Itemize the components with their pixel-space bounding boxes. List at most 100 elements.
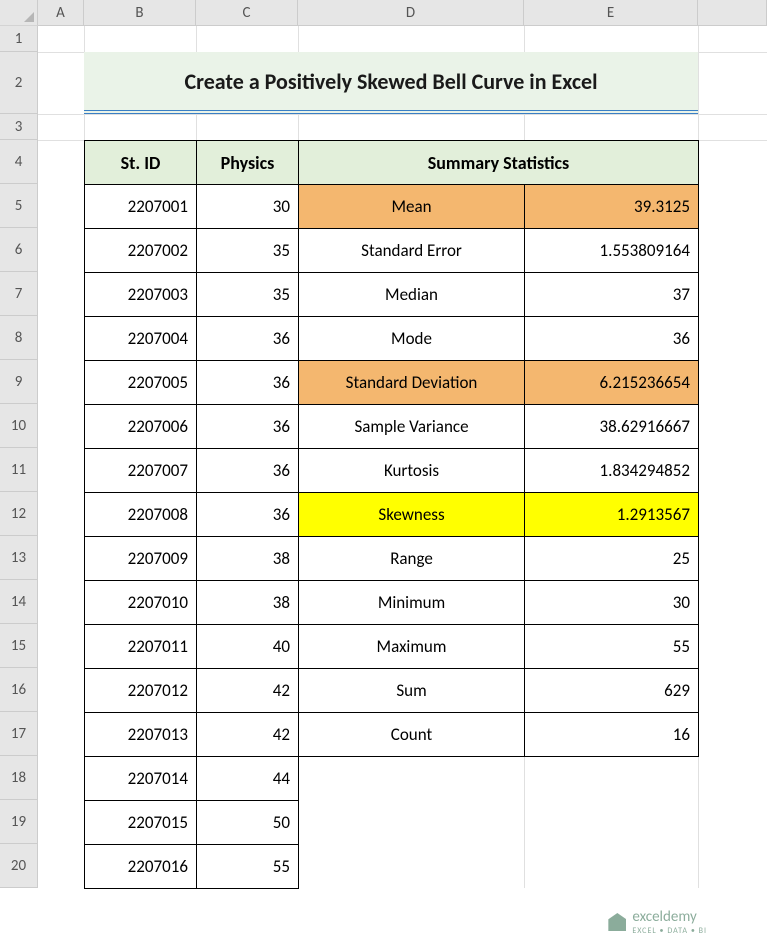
cell-phys[interactable]: 42 bbox=[197, 713, 299, 757]
cell-val[interactable]: 38.62916667 bbox=[525, 405, 699, 449]
cell-val-mean[interactable]: 39.3125 bbox=[525, 185, 699, 229]
col-header-C[interactable]: C bbox=[196, 0, 298, 25]
cell-stid[interactable]: 2207001 bbox=[85, 185, 197, 229]
cell-phys[interactable]: 36 bbox=[197, 361, 299, 405]
cell-phys[interactable]: 40 bbox=[197, 625, 299, 669]
row-header-19[interactable]: 19 bbox=[0, 800, 38, 844]
cell-phys[interactable]: 30 bbox=[197, 185, 299, 229]
row-header-6[interactable]: 6 bbox=[0, 228, 38, 272]
row-header-18[interactable]: 18 bbox=[0, 756, 38, 800]
cell-stat[interactable]: Median bbox=[299, 273, 525, 317]
row-header-9[interactable]: 9 bbox=[0, 360, 38, 404]
cell-stat[interactable]: Maximum bbox=[299, 625, 525, 669]
row-header-1[interactable]: 1 bbox=[0, 26, 38, 52]
table-row: 220700938Range25 bbox=[85, 537, 699, 581]
cell-stat[interactable]: Kurtosis bbox=[299, 449, 525, 493]
col-header-extra[interactable] bbox=[698, 0, 767, 25]
cell-val[interactable]: 25 bbox=[525, 537, 699, 581]
cell-stid[interactable]: 2207014 bbox=[85, 757, 197, 801]
row-header-15[interactable]: 15 bbox=[0, 624, 38, 668]
cell-phys[interactable]: 50 bbox=[197, 801, 299, 845]
table-row: 220700436Mode36 bbox=[85, 317, 699, 361]
watermark: exceldemy EXCEL • DATA • BI bbox=[608, 908, 707, 936]
table-row: 220700335Median37 bbox=[85, 273, 699, 317]
cell-stat[interactable]: Sample Variance bbox=[299, 405, 525, 449]
cell-stid[interactable]: 2207013 bbox=[85, 713, 197, 757]
row-header-13[interactable]: 13 bbox=[0, 536, 38, 580]
col-header-D[interactable]: D bbox=[298, 0, 524, 25]
grid-area[interactable]: Create a Positively Skewed Bell Curve in… bbox=[38, 26, 767, 888]
cell-stid[interactable]: 2207015 bbox=[85, 801, 197, 845]
table-row: 220700836Skewness1.2913567 bbox=[85, 493, 699, 537]
cell-stat-skewness[interactable]: Skewness bbox=[299, 493, 525, 537]
cell-val-skewness[interactable]: 1.2913567 bbox=[525, 493, 699, 537]
cell-val-stddev[interactable]: 6.215236654 bbox=[525, 361, 699, 405]
cell-stat-mean[interactable]: Mean bbox=[299, 185, 525, 229]
cell-stid[interactable]: 2207016 bbox=[85, 845, 197, 889]
cell-stid[interactable]: 2207012 bbox=[85, 669, 197, 713]
cell-stid[interactable]: 2207006 bbox=[85, 405, 197, 449]
cell-phys[interactable]: 55 bbox=[197, 845, 299, 889]
cell-val[interactable]: 1.553809164 bbox=[525, 229, 699, 273]
col-header-A[interactable]: A bbox=[38, 0, 84, 25]
row-header-2[interactable]: 2 bbox=[0, 52, 38, 114]
cell-stid[interactable]: 2207004 bbox=[85, 317, 197, 361]
row-header-16[interactable]: 16 bbox=[0, 668, 38, 712]
cell-val[interactable]: 16 bbox=[525, 713, 699, 757]
row-header-8[interactable]: 8 bbox=[0, 316, 38, 360]
row-header-11[interactable]: 11 bbox=[0, 448, 38, 492]
cell-phys[interactable]: 38 bbox=[197, 537, 299, 581]
cell-stat[interactable]: Standard Error bbox=[299, 229, 525, 273]
table-row: 220701444 bbox=[85, 757, 699, 801]
cell-stid[interactable]: 2207010 bbox=[85, 581, 197, 625]
cell-phys[interactable]: 36 bbox=[197, 449, 299, 493]
column-headers: A B C D E bbox=[0, 0, 767, 26]
cell-phys[interactable]: 35 bbox=[197, 273, 299, 317]
col-header-B[interactable]: B bbox=[84, 0, 196, 25]
cell-stat[interactable]: Mode bbox=[299, 317, 525, 361]
cell-val[interactable]: 36 bbox=[525, 317, 699, 361]
header-stid[interactable]: St. ID bbox=[85, 141, 197, 185]
cell-phys[interactable]: 42 bbox=[197, 669, 299, 713]
row-header-3[interactable]: 3 bbox=[0, 114, 38, 140]
cell-stid[interactable]: 2207003 bbox=[85, 273, 197, 317]
cell-phys[interactable]: 36 bbox=[197, 405, 299, 449]
cell-stid[interactable]: 2207009 bbox=[85, 537, 197, 581]
cell-stid[interactable]: 2207005 bbox=[85, 361, 197, 405]
cell-stid[interactable]: 2207011 bbox=[85, 625, 197, 669]
header-summary[interactable]: Summary Statistics bbox=[299, 141, 699, 185]
row-header-10[interactable]: 10 bbox=[0, 404, 38, 448]
row-header-14[interactable]: 14 bbox=[0, 580, 38, 624]
cell-stat-stddev[interactable]: Standard Deviation bbox=[299, 361, 525, 405]
cell-val[interactable]: 37 bbox=[525, 273, 699, 317]
table-row: 220700636Sample Variance38.62916667 bbox=[85, 405, 699, 449]
cell-phys[interactable]: 36 bbox=[197, 493, 299, 537]
cell-stid[interactable]: 2207008 bbox=[85, 493, 197, 537]
cell-phys[interactable]: 44 bbox=[197, 757, 299, 801]
cell-stat[interactable]: Sum bbox=[299, 669, 525, 713]
brand-tagline: EXCEL • DATA • BI bbox=[632, 926, 707, 936]
cell-phys[interactable]: 38 bbox=[197, 581, 299, 625]
row-header-17[interactable]: 17 bbox=[0, 712, 38, 756]
cell-val[interactable]: 55 bbox=[525, 625, 699, 669]
row-headers: 1 2 3 4 5 6 7 8 9 10 11 12 13 14 15 16 1… bbox=[0, 26, 38, 888]
cell-stat[interactable]: Minimum bbox=[299, 581, 525, 625]
row-header-7[interactable]: 7 bbox=[0, 272, 38, 316]
cell-val[interactable]: 629 bbox=[525, 669, 699, 713]
cell-val[interactable]: 1.834294852 bbox=[525, 449, 699, 493]
col-header-E[interactable]: E bbox=[524, 0, 698, 25]
header-physics[interactable]: Physics bbox=[197, 141, 299, 185]
row-header-12[interactable]: 12 bbox=[0, 492, 38, 536]
cell-stid[interactable]: 2207002 bbox=[85, 229, 197, 273]
content: Create a Positively Skewed Bell Curve in… bbox=[84, 52, 699, 889]
cell-stat[interactable]: Count bbox=[299, 713, 525, 757]
cell-val[interactable]: 30 bbox=[525, 581, 699, 625]
row-header-20[interactable]: 20 bbox=[0, 844, 38, 888]
cell-phys[interactable]: 36 bbox=[197, 317, 299, 361]
cell-stat[interactable]: Range bbox=[299, 537, 525, 581]
select-all-corner[interactable] bbox=[0, 0, 38, 26]
row-header-4[interactable]: 4 bbox=[0, 140, 38, 184]
cell-phys[interactable]: 35 bbox=[197, 229, 299, 273]
row-header-5[interactable]: 5 bbox=[0, 184, 38, 228]
cell-stid[interactable]: 2207007 bbox=[85, 449, 197, 493]
